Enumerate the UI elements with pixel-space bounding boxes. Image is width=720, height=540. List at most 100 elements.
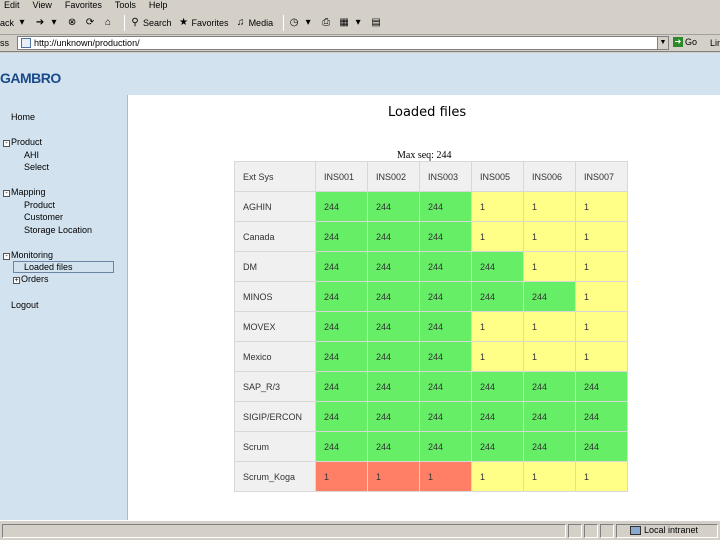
- refresh-button[interactable]: ⟳: [84, 17, 96, 29]
- toolbar-separator: [124, 14, 126, 31]
- collapse-icon[interactable]: -: [3, 190, 10, 197]
- expand-icon[interactable]: +: [13, 277, 20, 284]
- zone-label: Local intranet: [644, 525, 699, 535]
- seq-cell: 1: [524, 252, 575, 281]
- nav-product-ahi[interactable]: AHI: [24, 150, 39, 160]
- computer-icon: [630, 525, 641, 535]
- table-row: SIGIP/ERCON 244 244 244 244 244 244: [235, 402, 627, 431]
- seq-cell: 1: [524, 222, 575, 251]
- column-header: INS007: [576, 162, 627, 191]
- search-icon: ⚲: [131, 16, 139, 28]
- collapse-icon[interactable]: -: [3, 253, 10, 260]
- page-content: GAMBRO Home - Product AHI Select - Mapping…: [0, 53, 720, 520]
- nav-product-label: Product: [11, 137, 43, 147]
- seq-cell: 244: [420, 402, 471, 431]
- home-button[interactable]: ⌂: [102, 17, 114, 29]
- back-button[interactable]: ack ▾: [0, 17, 28, 29]
- nav-monitoring-label: Monitoring: [11, 250, 54, 260]
- nav-mapping-customer[interactable]: Customer: [24, 212, 63, 222]
- edit-button[interactable]: ▦ ▾: [338, 17, 364, 29]
- seq-cell: 1: [472, 312, 523, 341]
- address-url[interactable]: http://unknown/production/: [34, 38, 140, 48]
- menu-tools[interactable]: Tools: [115, 0, 136, 11]
- nav-mapping-storage-location[interactable]: Storage Location: [24, 225, 92, 235]
- system-name-cell: Mexico: [235, 342, 315, 371]
- go-arrow-icon: ➔: [673, 37, 683, 47]
- seq-cell: 1: [472, 342, 523, 371]
- menu-edit[interactable]: Edit: [4, 0, 20, 11]
- nav-product[interactable]: - Product: [3, 137, 42, 147]
- favorites-button[interactable]: ★ Favorites: [178, 17, 229, 29]
- table-row: MOVEX 244 244 244 1 1 1: [235, 312, 627, 341]
- table-row: AGHIN 244 244 244 1 1 1: [235, 192, 627, 221]
- seq-cell: 1: [576, 222, 627, 251]
- sidebar: Home - Product AHI Select - Mapping Produc…: [0, 95, 128, 520]
- seq-cell: 244: [316, 372, 367, 401]
- seq-cell: 1: [576, 312, 627, 341]
- seq-cell: 1: [472, 222, 523, 251]
- seq-cell: 1: [472, 192, 523, 221]
- stop-icon: ⊗: [67, 16, 77, 28]
- links-label[interactable]: Lin: [710, 38, 720, 48]
- nav-loaded-files[interactable]: Loaded files: [13, 261, 114, 273]
- dropdown-arrow-icon[interactable]: ▾: [16, 17, 28, 29]
- history-button[interactable]: ◷ ▾: [288, 17, 314, 29]
- seq-cell: 244: [368, 192, 419, 221]
- nav-monitoring[interactable]: - Monitoring: [3, 250, 53, 260]
- seq-cell: 244: [368, 432, 419, 461]
- seq-cell: 244: [420, 342, 471, 371]
- forward-button[interactable]: ➔ ▾: [34, 17, 60, 29]
- search-label: Search: [143, 17, 172, 28]
- seq-cell: 244: [316, 192, 367, 221]
- dropdown-arrow-icon[interactable]: ▾: [48, 17, 60, 29]
- favorites-icon: ★: [179, 16, 189, 28]
- edit-icon: ▦: [339, 16, 349, 28]
- nav-logout[interactable]: Logout: [11, 300, 39, 310]
- seq-cell: 244: [368, 342, 419, 371]
- nav-orders[interactable]: + Orders: [13, 274, 49, 284]
- seq-cell: 244: [316, 432, 367, 461]
- seq-cell: 1: [576, 462, 627, 491]
- print-button[interactable]: ⎙: [320, 17, 332, 29]
- system-name-cell: DM: [235, 252, 315, 281]
- page-title: Loaded files: [388, 105, 467, 120]
- header-band: GAMBRO: [0, 53, 720, 95]
- seq-cell: 244: [368, 222, 419, 251]
- dropdown-arrow-icon: ▾: [305, 16, 311, 28]
- media-button[interactable]: ♫ Media: [235, 17, 273, 29]
- menu-help[interactable]: Help: [149, 0, 168, 11]
- system-name-cell: Canada: [235, 222, 315, 251]
- column-header: Ext Sys: [235, 162, 315, 191]
- stop-button[interactable]: ⊗: [66, 17, 78, 29]
- seq-cell: 1: [524, 342, 575, 371]
- seq-cell: 244: [524, 372, 575, 401]
- address-dropdown-icon[interactable]: ▼: [657, 37, 668, 49]
- menu-favorites[interactable]: Favorites: [65, 0, 102, 11]
- back-label: ack: [0, 17, 15, 28]
- print-icon: ⎙: [322, 16, 331, 28]
- seq-cell: 244: [576, 432, 627, 461]
- system-name-cell: Scrum_Koga: [235, 462, 315, 491]
- nav-home[interactable]: Home: [11, 112, 35, 122]
- system-name-cell: SAP_R/3: [235, 372, 315, 401]
- nav-mapping-product[interactable]: Product: [24, 200, 55, 210]
- nav-mapping[interactable]: - Mapping: [3, 187, 46, 197]
- seq-cell: 1: [420, 462, 471, 491]
- go-button[interactable]: ➔ Go: [673, 37, 697, 47]
- go-label: Go: [685, 37, 698, 47]
- seq-cell: 244: [472, 402, 523, 431]
- search-button[interactable]: ⚲ Search: [129, 16, 172, 29]
- seq-cell: 244: [316, 402, 367, 431]
- menu-bar: Edit View Favorites Tools Help: [0, 0, 720, 11]
- menu-view[interactable]: View: [33, 0, 52, 11]
- system-name-cell: Scrum: [235, 432, 315, 461]
- seq-cell: 244: [472, 372, 523, 401]
- address-input[interactable]: http://unknown/production/ ▼: [17, 36, 669, 50]
- nav-product-select[interactable]: Select: [24, 162, 49, 172]
- security-zone: Local intranet: [630, 525, 698, 535]
- address-bar: ss http://unknown/production/ ▼ ➔ Go Lin: [0, 35, 720, 52]
- max-seq-label: Max seq: 244: [397, 150, 452, 161]
- discuss-button[interactable]: ▤: [370, 17, 382, 29]
- collapse-icon[interactable]: -: [3, 140, 10, 147]
- seq-cell: 244: [420, 192, 471, 221]
